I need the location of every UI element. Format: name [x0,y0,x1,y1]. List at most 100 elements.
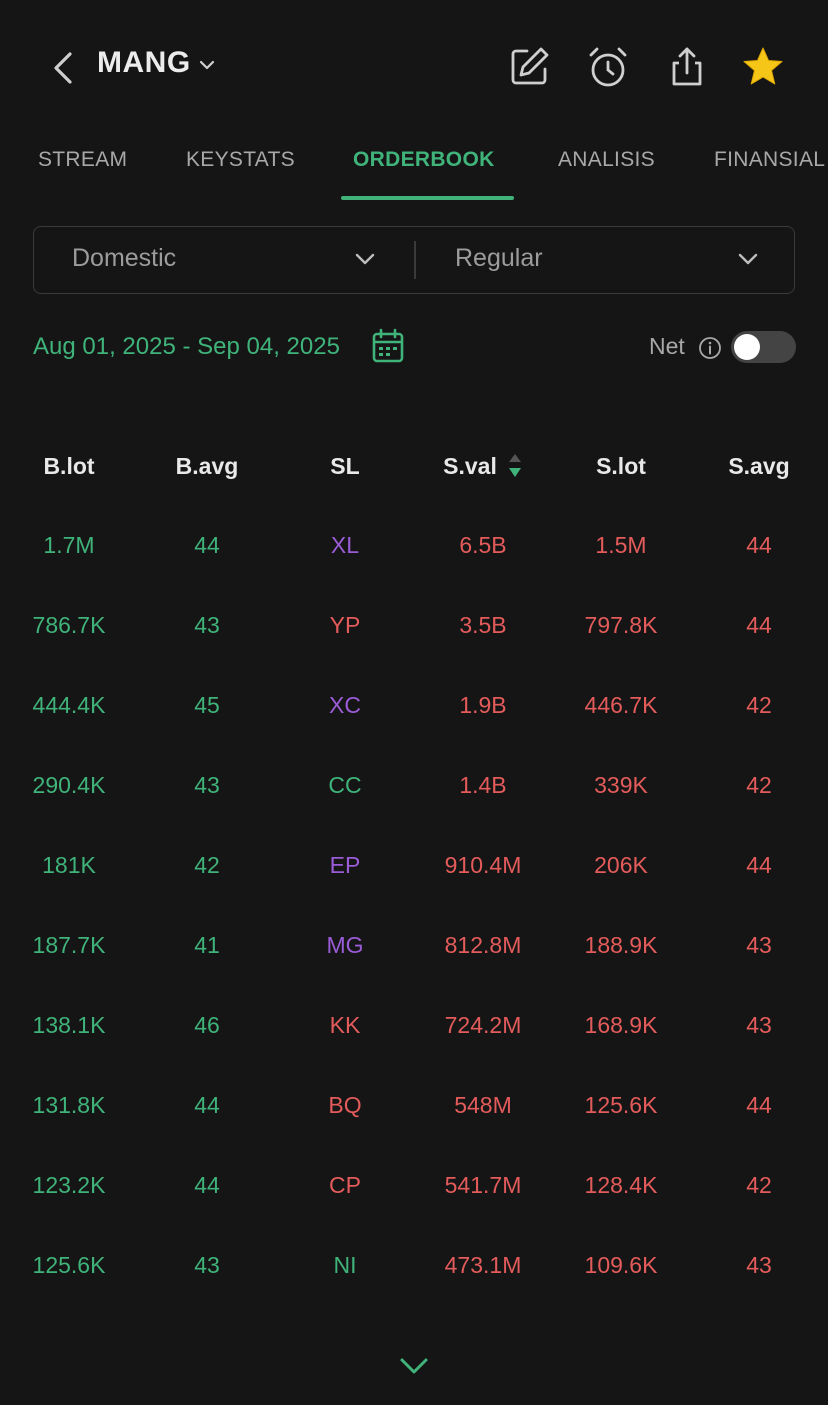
net-toggle[interactable] [731,331,796,363]
table-header: B.lot B.avg SL S.val S.lot S.avg [0,445,828,489]
cell-slot: 797.8K [584,612,658,638]
cell-blot: 1.7M [43,532,95,558]
tab-analisis[interactable]: ANALISIS [558,148,655,172]
toggle-knob [734,334,760,360]
table-row[interactable]: 187.7K 41 MG 812.8M 188.9K 43 [0,918,828,978]
cell-slot: 128.4K [584,1172,658,1198]
cell-blot: 786.7K [32,612,106,638]
market-dropdown[interactable]: Domestic [72,244,176,273]
chevron-down-icon[interactable] [737,251,759,267]
cell-broker-code[interactable]: XL [275,532,415,559]
tab-stream[interactable]: STREAM [38,148,127,172]
selector-divider [414,241,416,279]
table-row[interactable]: 181K 42 EP 910.4M 206K 44 [0,838,828,898]
cell-sval: 1.4B [459,772,507,798]
cell-slot: 206K [594,852,648,878]
cell-savg: 42 [746,1172,772,1198]
table-row[interactable]: 138.1K 46 KK 724.2M 168.9K 43 [0,998,828,1058]
cell-slot: 168.9K [584,1012,658,1038]
cell-blot: 290.4K [32,772,106,798]
cell-blot: 187.7K [32,932,106,958]
cell-savg: 42 [746,772,772,798]
tab-bar: STREAM KEYSTATS ORDERBOOK ANALISIS FINAN… [0,130,828,202]
cell-broker-code[interactable]: CP [275,1172,415,1199]
share-icon[interactable] [665,45,709,89]
cell-savg: 44 [746,852,772,878]
column-header-bavg[interactable]: B.avg [137,453,277,480]
cell-bavg: 45 [194,692,220,718]
cell-sval: 541.7M [444,1172,522,1198]
star-icon[interactable] [741,45,785,89]
cell-sval: 473.1M [444,1252,522,1278]
cell-bavg: 46 [194,1012,220,1038]
cell-broker-code[interactable]: YP [275,612,415,639]
table-row[interactable]: 786.7K 43 YP 3.5B 797.8K 44 [0,598,828,658]
cell-broker-code[interactable]: BQ [275,1092,415,1119]
date-range[interactable]: Aug 01, 2025 - Sep 04, 2025 [33,333,340,361]
chevron-down-icon[interactable] [354,251,376,267]
cell-sval: 1.9B [459,692,507,718]
cell-sval: 6.5B [459,532,507,558]
app-header: MANG [0,0,828,130]
cell-bavg: 43 [194,772,220,798]
alarm-icon[interactable] [586,45,630,89]
info-icon[interactable] [698,336,722,360]
show-more-chevron-icon[interactable] [398,1355,430,1377]
column-header-sl[interactable]: SL [275,453,415,480]
cell-broker-code[interactable]: MG [275,932,415,959]
cell-sval: 910.4M [444,852,522,878]
chevron-down-icon[interactable] [198,58,216,72]
cell-savg: 43 [746,1012,772,1038]
table-row[interactable]: 131.8K 44 BQ 548M 125.6K 44 [0,1078,828,1138]
table-row[interactable]: 1.7M 44 XL 6.5B 1.5M 44 [0,518,828,578]
cell-slot: 188.9K [584,932,658,958]
cell-blot: 138.1K [32,1012,106,1038]
table-row[interactable]: 444.4K 45 XC 1.9B 446.7K 42 [0,678,828,738]
column-header-savg[interactable]: S.avg [689,453,828,480]
cell-blot: 444.4K [32,692,106,718]
tab-keystats[interactable]: KEYSTATS [186,148,295,172]
cell-blot: 123.2K [32,1172,106,1198]
cell-sval: 3.5B [459,612,507,638]
cell-bavg: 44 [194,1172,220,1198]
edit-icon[interactable] [507,45,551,89]
cell-slot: 109.6K [584,1252,658,1278]
back-arrow-icon[interactable] [48,48,78,88]
cell-sval: 724.2M [444,1012,522,1038]
date-filter-row: Aug 01, 2025 - Sep 04, 2025 Net [0,320,828,374]
cell-savg: 44 [746,1092,772,1118]
net-label: Net [649,333,685,359]
cell-bavg: 42 [194,852,220,878]
sort-icon[interactable] [505,451,525,481]
cell-broker-code[interactable]: XC [275,692,415,719]
table-row[interactable]: 290.4K 43 CC 1.4B 339K 42 [0,758,828,818]
tab-finansial[interactable]: FINANSIAL [714,148,825,172]
cell-bavg: 41 [194,932,220,958]
cell-broker-code[interactable]: EP [275,852,415,879]
cell-savg: 43 [746,932,772,958]
table-row[interactable]: 125.6K 43 NI 473.1M 109.6K 43 [0,1238,828,1298]
cell-savg: 42 [746,692,772,718]
column-header-slot[interactable]: S.lot [551,453,691,480]
cell-slot: 1.5M [595,532,647,558]
tab-orderbook[interactable]: ORDERBOOK [353,148,495,172]
table-row[interactable]: 123.2K 44 CP 541.7M 128.4K 42 [0,1158,828,1218]
column-header-blot[interactable]: B.lot [0,453,139,480]
cell-broker-code[interactable]: KK [275,1012,415,1039]
cell-blot: 181K [42,852,96,878]
cell-sval: 812.8M [444,932,522,958]
ticker-symbol[interactable]: MANG [97,46,191,80]
cell-savg: 43 [746,1252,772,1278]
cell-savg: 44 [746,612,772,638]
calendar-icon[interactable] [371,328,405,364]
cell-blot: 125.6K [32,1252,106,1278]
cell-savg: 44 [746,532,772,558]
cell-broker-code[interactable]: NI [275,1252,415,1279]
filter-selector: Domestic Regular [33,226,795,294]
cell-broker-code[interactable]: CC [275,772,415,799]
cell-sval: 548M [454,1092,512,1118]
cell-bavg: 43 [194,612,220,638]
cell-blot: 131.8K [32,1092,106,1118]
cell-slot: 125.6K [584,1092,658,1118]
board-dropdown[interactable]: Regular [455,244,543,273]
